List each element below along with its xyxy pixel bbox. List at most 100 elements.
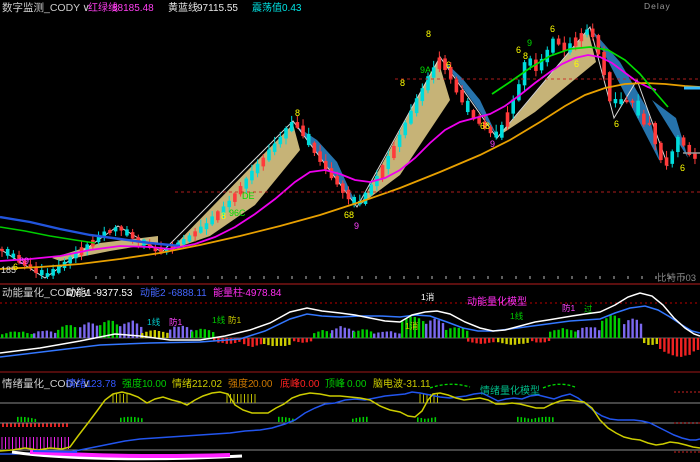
- candle-body: [551, 39, 555, 53]
- histogram-bar: [570, 330, 572, 338]
- momentum-model-watermark: 动能量化模型: [467, 295, 527, 308]
- green-signal-bar: [35, 419, 37, 422]
- indicator-value: 0.00: [147, 379, 167, 390]
- indicator-label: 强度1: [122, 377, 148, 390]
- histogram-bar: [680, 338, 682, 357]
- histogram-bar: [462, 328, 464, 338]
- pivot-label: 6: [550, 24, 555, 34]
- red-dot-bar: [30, 424, 32, 428]
- pivot-label: 8: [400, 78, 405, 88]
- histogram-bar: [398, 333, 400, 338]
- green-signal-bar: [542, 417, 544, 422]
- candle-body: [57, 266, 61, 273]
- histogram-bar: [208, 330, 210, 338]
- histogram-bar: [348, 329, 350, 338]
- signal-label: 1消: [421, 292, 434, 302]
- histogram-bar: [293, 338, 295, 341]
- green-signal-bar: [549, 417, 551, 422]
- candle-body: [574, 37, 578, 46]
- red-dot-bar: [54, 424, 56, 428]
- histogram-bar: [697, 338, 699, 350]
- histogram-bar: [57, 330, 59, 338]
- indicator-label: 情绪1: [66, 377, 92, 390]
- histogram-bar: [526, 338, 528, 343]
- chart-canvas[interactable]: 185689896CDE868989A866896896666 1线防11线防1…: [0, 0, 700, 462]
- main-indicator-title: 数字监测_CODY: [2, 1, 80, 14]
- histogram-bar: [243, 338, 245, 344]
- indicator-value: 0.43: [282, 3, 302, 14]
- chart-selector-main[interactable]: 数字监测_CODY∨: [2, 1, 90, 14]
- histogram-bar: [301, 338, 303, 343]
- candle-body: [398, 135, 402, 147]
- candle-body: [0, 249, 4, 251]
- signal-label: 1消: [405, 321, 418, 331]
- histogram-bar: [438, 320, 440, 338]
- red-dot-bar: [6, 424, 8, 428]
- candle-body: [381, 165, 385, 178]
- histogram-bar: [70, 325, 72, 338]
- candle-body: [364, 193, 368, 204]
- histogram-bar: [609, 315, 611, 338]
- histogram-bar: [331, 330, 333, 338]
- green-signal-bar: [431, 418, 433, 422]
- pivot-label: 6: [680, 163, 685, 173]
- indicator-value: 0.00: [300, 379, 320, 390]
- histogram-bar: [458, 328, 460, 338]
- histogram-bar: [79, 327, 81, 338]
- pivot-label: 96C: [229, 208, 246, 218]
- candle-body: [432, 67, 436, 77]
- histogram-bar: [370, 331, 372, 338]
- green-signal-bar: [31, 418, 33, 422]
- candle-body: [494, 132, 498, 138]
- candle-body: [267, 150, 271, 161]
- candle-body: [330, 168, 334, 178]
- indicator-value: -9377.53: [93, 288, 133, 299]
- histogram-bar: [429, 321, 431, 338]
- candle-body: [455, 79, 459, 92]
- green-signal-bar: [545, 417, 547, 422]
- histogram-bar: [442, 323, 444, 338]
- candle-body: [625, 100, 629, 102]
- histogram-bar: [676, 338, 678, 357]
- histogram-bar: [394, 333, 396, 338]
- green-signal-bar: [120, 418, 122, 422]
- histogram-bar: [643, 338, 645, 343]
- histogram-bar: [422, 321, 424, 338]
- histogram-bar: [186, 327, 188, 338]
- candle-body: [466, 101, 470, 112]
- indicator-label: 能量柱: [213, 286, 243, 299]
- histogram-bar: [119, 326, 121, 338]
- green-signal-bar: [366, 417, 368, 422]
- candle-body: [125, 229, 129, 235]
- pivot-label: 9: [527, 38, 532, 48]
- histogram-bar: [672, 338, 674, 355]
- histogram-bar: [92, 324, 94, 338]
- candle-body: [182, 239, 186, 244]
- candle-body: [131, 232, 135, 238]
- indicator-label: 顶峰: [325, 378, 345, 390]
- red-dot-bar: [42, 424, 44, 428]
- green-signal-bar: [282, 417, 284, 422]
- histogram-bar: [544, 338, 546, 342]
- indicator-value: 88185.48: [112, 3, 154, 14]
- symbol-watermark: 比特币03: [657, 272, 696, 284]
- candle-body: [108, 230, 112, 233]
- histogram-bar: [373, 334, 375, 338]
- candle-body: [284, 128, 288, 138]
- candle-body: [307, 134, 311, 145]
- candle-body: [676, 137, 680, 152]
- candle-body: [642, 114, 646, 125]
- pivot-label: 6: [574, 59, 579, 69]
- histogram-bar: [18, 332, 20, 338]
- signal-label: 1线: [147, 317, 161, 327]
- green-signal-bar: [421, 418, 423, 422]
- histogram-bar: [501, 338, 503, 343]
- candle-body: [227, 201, 231, 207]
- candle-body: [597, 35, 601, 54]
- candle-body: [188, 235, 192, 241]
- sentiment-model-watermark: 情绪量化模型: [480, 384, 540, 397]
- histogram-bar: [548, 338, 550, 341]
- histogram-bar: [510, 338, 512, 345]
- candle-body: [347, 190, 351, 199]
- pivot-label: 9A: [420, 65, 431, 75]
